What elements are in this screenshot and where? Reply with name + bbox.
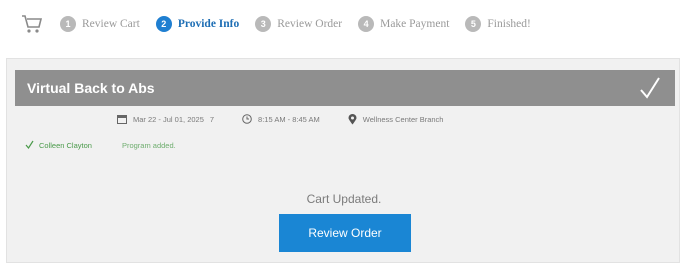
cart-icon bbox=[18, 10, 46, 38]
program-title-bar: Virtual Back to Abs bbox=[15, 70, 675, 106]
step-label: Make Payment bbox=[380, 18, 450, 30]
clock-icon bbox=[242, 114, 252, 124]
program-details: Mar 22 - Jul 01, 2025 7 8:15 AM - 8:45 A… bbox=[117, 111, 471, 127]
check-icon bbox=[639, 75, 661, 101]
time-info: 8:15 AM - 8:45 AM bbox=[242, 114, 320, 124]
participant-status: Program added. bbox=[121, 140, 176, 150]
time-range: 8:15 AM - 8:45 AM bbox=[258, 114, 320, 124]
step-number: 2 bbox=[155, 16, 172, 32]
location-pin-icon bbox=[348, 113, 357, 125]
date-range: Mar 22 - Jul 01, 2025 bbox=[133, 114, 204, 124]
calendar-icon bbox=[117, 114, 127, 124]
location-info: Wellness Center Branch bbox=[348, 113, 444, 125]
cart-updated-message: Cart Updated. bbox=[306, 192, 382, 206]
review-order-button[interactable]: Review Order bbox=[279, 214, 411, 252]
step-label: Provide Info bbox=[177, 18, 240, 30]
step-finished[interactable]: 5 Finished! bbox=[465, 16, 531, 32]
step-number: 5 bbox=[465, 16, 482, 32]
program-title: Virtual Back to Abs bbox=[27, 80, 155, 96]
step-number: 1 bbox=[60, 16, 76, 32]
step-label: Finished! bbox=[487, 18, 531, 30]
step-number: 3 bbox=[255, 16, 272, 32]
checkout-stepper: 1 Review Cart 2 Provide Info 3 Review Or… bbox=[18, 8, 670, 40]
date-info: Mar 22 - Jul 01, 2025 7 bbox=[117, 114, 214, 124]
location-name: Wellness Center Branch bbox=[362, 114, 444, 124]
participant-name: Colleen Clayton bbox=[39, 140, 92, 150]
step-make-payment[interactable]: 4 Make Payment bbox=[358, 16, 449, 32]
step-number: 4 bbox=[358, 16, 375, 32]
participant-row: Colleen Clayton Program added. bbox=[25, 138, 176, 152]
step-review-cart[interactable]: 1 Review Cart bbox=[60, 16, 140, 32]
step-label: Review Order bbox=[277, 18, 343, 30]
program-panel: Virtual Back to Abs Mar 22 - Jul 01, 202… bbox=[6, 58, 680, 263]
step-provide-info[interactable]: 2 Provide Info bbox=[155, 16, 240, 32]
date-suffix: 7 bbox=[209, 114, 215, 124]
step-label: Review Cart bbox=[82, 18, 140, 30]
participant-check-icon bbox=[25, 140, 34, 151]
step-review-order[interactable]: 3 Review Order bbox=[255, 16, 342, 32]
